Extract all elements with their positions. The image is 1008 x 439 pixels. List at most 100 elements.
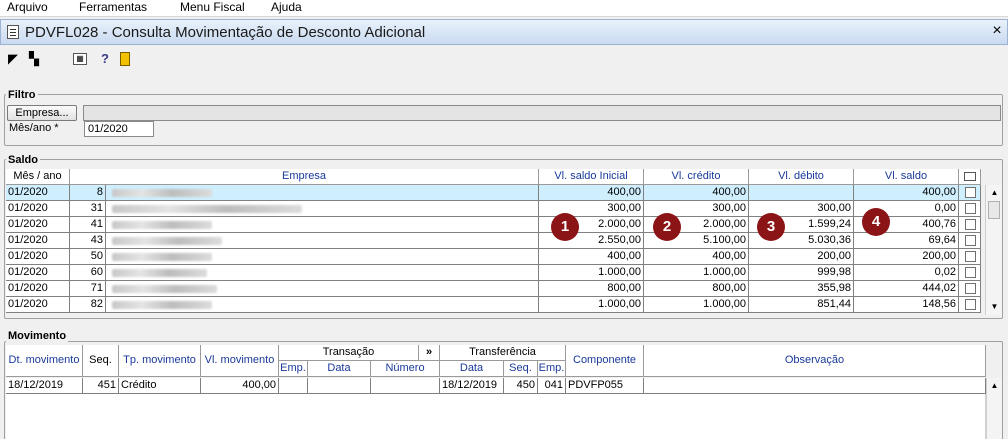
debito-cell[interactable]: 200,00 [749,249,854,265]
col-componente[interactable]: Componente [566,345,644,377]
menu-ferramentas[interactable]: Ferramentas [79,0,147,15]
credito-cell[interactable]: 400,00 [644,185,749,201]
saldo-inicial-cell[interactable]: 1.000,00 [539,265,644,281]
credito-cell[interactable]: 400,00 [644,249,749,265]
empresa-field[interactable] [83,105,1001,121]
saldo-row[interactable]: 01/2020 41 2.000,00 2.000,00 1.599,24 400,76 [6,217,981,233]
col-select[interactable] [959,169,981,185]
empresa-name-cell[interactable] [106,233,539,249]
empresa-name-cell[interactable] [106,201,539,217]
saldo-cell[interactable]: 0,02 [854,265,959,281]
empresa-name-cell[interactable] [106,281,539,297]
col-numero[interactable]: Número [371,361,440,377]
select-cell[interactable] [959,249,981,265]
col-transf-seq[interactable]: Seq. [504,361,538,377]
empresa-code-cell[interactable]: 8 [70,185,106,201]
mov-data-cell[interactable] [308,378,371,394]
menu-menu-fiscal[interactable]: Menu Fiscal [180,0,245,15]
mes-ano-cell[interactable]: 01/2020 [6,249,70,265]
saldo-inicial-cell[interactable]: 1.000,00 [539,297,644,313]
empresa-name-cell[interactable] [106,185,539,201]
col-credito[interactable]: Vl. crédito [644,169,749,185]
saldo-cell[interactable]: 200,00 [854,249,959,265]
col-saldo-inicial[interactable]: Vl. saldo Inicial [539,169,644,185]
debito-cell[interactable] [749,185,854,201]
mov-seq-cell[interactable]: 451 [83,378,119,394]
exit-door-icon[interactable] [120,52,130,66]
empresa-code-cell[interactable]: 82 [70,297,106,313]
credito-cell[interactable]: 800,00 [644,281,749,297]
row-checkbox[interactable] [965,283,976,294]
col-emp[interactable]: Emp. [279,361,308,377]
col-data[interactable]: Data [308,361,371,377]
scroll-thumb[interactable] [988,201,1000,219]
mes-ano-cell[interactable]: 01/2020 [6,265,70,281]
col-seq[interactable]: Seq. [83,345,119,377]
mes-ano-cell[interactable]: 01/2020 [6,201,70,217]
saldo-inicial-cell[interactable]: 400,00 [539,185,644,201]
empresa-code-cell[interactable]: 31 [70,201,106,217]
saldo-inicial-cell[interactable]: 800,00 [539,281,644,297]
grid-icon[interactable]: ▦ [73,53,87,65]
menu-arquivo[interactable]: Arquivo [7,0,48,15]
row-checkbox[interactable] [965,219,976,230]
credito-cell[interactable]: 1.000,00 [644,265,749,281]
empresa-button[interactable]: Empresa... [7,105,77,121]
select-cell[interactable] [959,233,981,249]
mov-transf-seq-cell[interactable]: 450 [504,378,538,394]
debito-cell[interactable]: 851,44 [749,297,854,313]
saldo-cell[interactable]: 444,02 [854,281,959,297]
saldo-inicial-cell[interactable]: 400,00 [539,249,644,265]
saldo-scrollbar[interactable]: ▲ ▼ [985,185,1002,315]
copy-icon[interactable]: ▚ [27,52,41,66]
debito-cell[interactable]: 355,98 [749,281,854,297]
mes-ano-input[interactable]: 01/2020 [84,121,154,137]
credito-cell[interactable]: 1.000,00 [644,297,749,313]
select-cell[interactable] [959,281,981,297]
menu-ajuda[interactable]: Ajuda [271,0,302,15]
mes-ano-cell[interactable]: 01/2020 [6,297,70,313]
saldo-row[interactable]: 01/2020 71 800,00 800,00 355,98 444,02 [6,281,981,297]
mov-scroll-up-icon[interactable]: ▲ [987,378,1002,393]
scroll-down-icon[interactable]: ▼ [987,299,1002,314]
mov-transf-data-cell[interactable]: 18/12/2019 [440,378,504,394]
mov-vl-cell[interactable]: 400,00 [201,378,279,394]
col-transf-emp[interactable]: Emp. [538,361,566,377]
empresa-name-cell[interactable] [106,217,539,233]
mes-ano-cell[interactable]: 01/2020 [6,217,70,233]
scroll-up-icon[interactable]: ▲ [987,185,1002,200]
close-button[interactable]: × [989,23,1005,41]
saldo-cell[interactable]: 69,64 [854,233,959,249]
col-empresa[interactable]: Empresa [70,169,539,185]
row-checkbox[interactable] [965,251,976,262]
select-cell[interactable] [959,297,981,313]
mes-ano-cell[interactable]: 01/2020 [6,281,70,297]
empresa-name-cell[interactable] [106,265,539,281]
row-checkbox[interactable] [965,235,976,246]
saldo-row[interactable]: 01/2020 8 400,00 400,00 400,00 [6,185,981,201]
saldo-inicial-cell[interactable]: 300,00 [539,201,644,217]
mov-componente-cell[interactable]: PDVFP055 [566,378,644,394]
col-vl-movimento[interactable]: Vl. movimento [201,345,279,377]
empresa-code-cell[interactable]: 41 [70,217,106,233]
select-cell[interactable] [959,201,981,217]
empresa-name-cell[interactable] [106,249,539,265]
saldo-row[interactable]: 01/2020 50 400,00 400,00 200,00 200,00 [6,249,981,265]
empresa-name-cell[interactable] [106,297,539,313]
row-checkbox[interactable] [965,267,976,278]
debito-cell[interactable]: 999,98 [749,265,854,281]
mov-transf-emp-cell[interactable]: 041 [538,378,566,394]
col-saldo[interactable]: Vl. saldo [854,169,959,185]
col-mes-ano[interactable]: Mês / ano [6,169,70,185]
row-checkbox[interactable] [965,299,976,310]
go-first-icon[interactable]: ◤ [6,52,20,66]
mov-observacao-cell[interactable] [644,378,986,394]
mes-ano-cell[interactable]: 01/2020 [6,185,70,201]
mov-emp-cell[interactable] [279,378,308,394]
movimento-scrollbar[interactable]: ▲ [986,378,1002,439]
saldo-row[interactable]: 01/2020 43 2.550,00 5.100,00 5.030,36 69,64 [6,233,981,249]
select-cell[interactable] [959,265,981,281]
saldo-row[interactable]: 01/2020 60 1.000,00 1.000,00 999,98 0,02 [6,265,981,281]
empresa-code-cell[interactable]: 71 [70,281,106,297]
row-checkbox[interactable] [965,203,976,214]
